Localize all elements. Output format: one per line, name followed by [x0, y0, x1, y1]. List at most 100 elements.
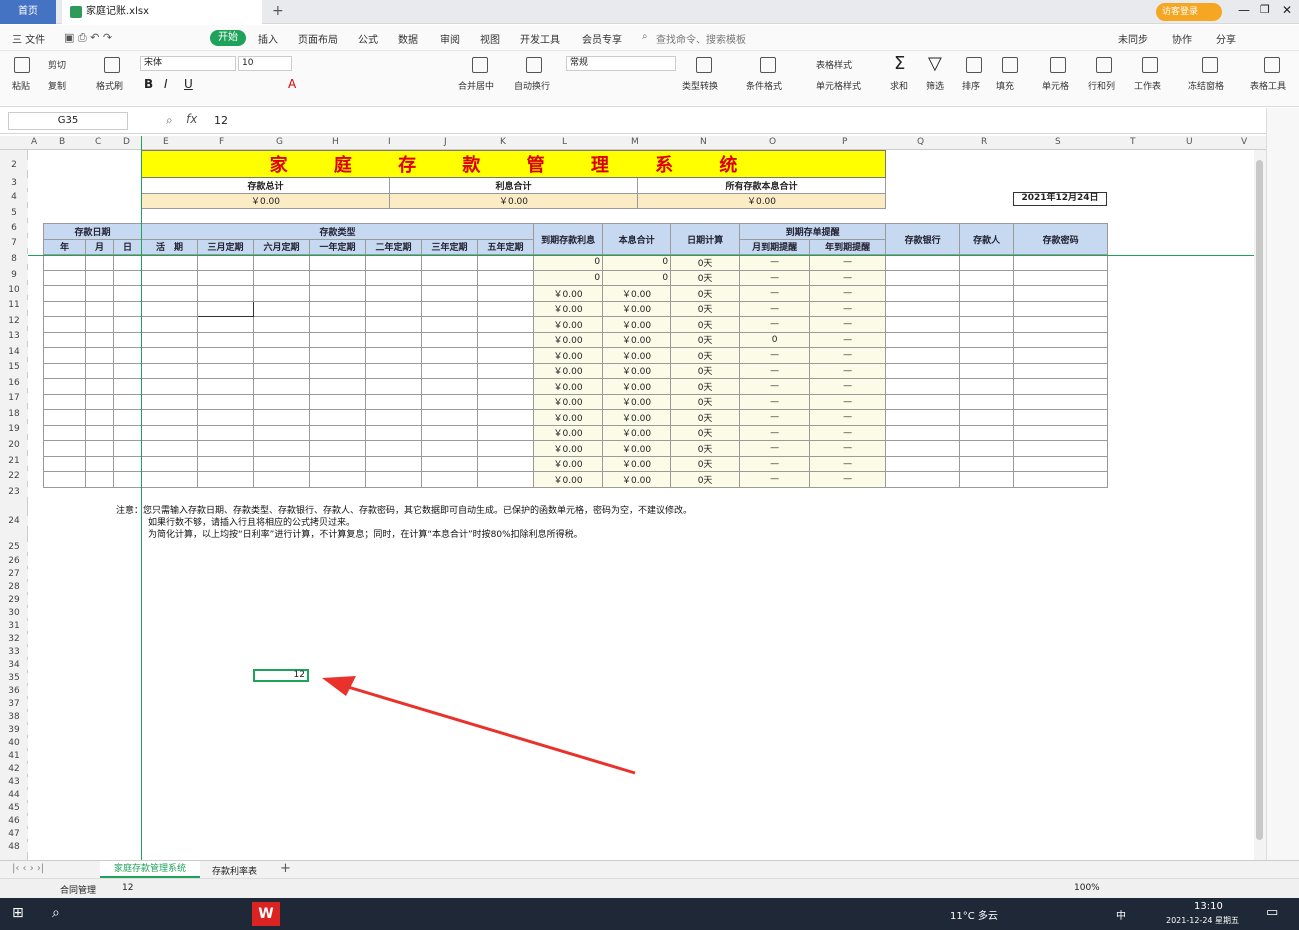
column-header[interactable]: M — [631, 137, 639, 147]
column-header[interactable]: H — [332, 137, 339, 147]
new-tab-icon[interactable]: + — [272, 3, 284, 19]
table-cell[interactable] — [141, 347, 199, 364]
table-cell[interactable]: — — [809, 378, 887, 395]
table-cell[interactable]: 0天 — [670, 440, 741, 457]
table-cell[interactable] — [365, 424, 423, 441]
table-cell[interactable] — [959, 300, 1015, 317]
table-cell[interactable] — [112, 393, 143, 410]
share-button[interactable]: 分享 — [1216, 31, 1236, 46]
row-header[interactable]: 9 — [0, 270, 28, 280]
table-cell[interactable] — [365, 409, 423, 426]
font-select[interactable]: 宋体 — [140, 56, 236, 71]
row-header[interactable]: 24 — [0, 516, 28, 526]
sheet-tab-active[interactable]: 家庭存款管理系统 — [100, 861, 200, 878]
table-cell[interactable] — [85, 378, 114, 395]
cell-icon[interactable] — [1050, 57, 1066, 73]
table-cell[interactable] — [477, 440, 535, 457]
table-cell[interactable] — [365, 378, 423, 395]
table-cell[interactable] — [1013, 409, 1109, 426]
table-cell[interactable]: — — [809, 393, 887, 410]
table-cell[interactable] — [197, 254, 255, 271]
table-cell[interactable] — [253, 254, 311, 271]
row-header[interactable]: 7 — [0, 238, 28, 248]
table-cell[interactable] — [253, 316, 311, 333]
underline-icon[interactable]: U — [184, 77, 193, 91]
row-header[interactable]: 20 — [0, 440, 28, 450]
table-cell[interactable] — [309, 285, 367, 302]
row-header[interactable]: 19 — [0, 424, 28, 434]
table-cell[interactable]: ￥0.00 — [533, 409, 604, 426]
table-cell[interactable] — [959, 409, 1015, 426]
ime-indicator[interactable]: 中 — [1116, 907, 1126, 922]
table-cell[interactable] — [477, 378, 535, 395]
table-cell[interactable] — [85, 440, 114, 457]
table-cell[interactable] — [365, 254, 423, 271]
table-cell[interactable]: — — [739, 285, 811, 302]
column-header[interactable]: F — [219, 137, 224, 147]
table-cell[interactable]: — — [809, 331, 887, 348]
table-cell[interactable] — [43, 269, 86, 286]
table-cell[interactable]: ￥0.00 — [602, 393, 672, 410]
table-cell[interactable] — [197, 347, 255, 364]
table-cell[interactable] — [85, 254, 114, 271]
table-cell[interactable] — [43, 393, 86, 410]
row-header[interactable]: 11 — [0, 300, 28, 310]
table-cell[interactable] — [1013, 393, 1109, 410]
home-tab[interactable]: 首页 — [0, 0, 56, 24]
fill-button[interactable]: 填充 — [996, 79, 1014, 92]
table-cell[interactable] — [253, 362, 311, 379]
table-cell[interactable] — [885, 409, 961, 426]
table-cell[interactable] — [309, 471, 367, 488]
table-cell[interactable] — [959, 455, 1015, 472]
font-size-select[interactable]: 10 — [238, 56, 292, 71]
table-cell[interactable] — [141, 269, 199, 286]
table-cell[interactable] — [141, 254, 199, 271]
table-cell[interactable] — [477, 316, 535, 333]
column-header[interactable]: S — [1055, 137, 1061, 147]
row-header[interactable]: 15 — [0, 362, 28, 372]
column-header[interactable]: V — [1241, 137, 1247, 147]
table-cell[interactable]: — — [739, 409, 811, 426]
table-cell[interactable] — [1013, 455, 1109, 472]
sheet-tab-rates[interactable]: 存款利率表 — [212, 864, 257, 877]
table-cell[interactable] — [365, 269, 423, 286]
table-cell[interactable] — [477, 409, 535, 426]
table-cell[interactable]: 0天 — [670, 300, 741, 317]
summary-value-total[interactable]: ￥0.00 — [141, 192, 390, 209]
table-cell[interactable] — [885, 455, 961, 472]
table-cell[interactable] — [85, 393, 114, 410]
table-cell[interactable] — [421, 269, 479, 286]
table-cell[interactable]: 0 — [602, 269, 672, 286]
row-header[interactable]: 18 — [0, 409, 28, 419]
table-cell[interactable]: — — [809, 362, 887, 379]
column-header[interactable]: Q — [917, 137, 924, 147]
table-cell[interactable] — [477, 347, 535, 364]
login-button[interactable]: 访客登录 — [1156, 3, 1222, 21]
table-cell[interactable] — [477, 269, 535, 286]
wps-icon[interactable]: W — [252, 902, 280, 926]
vertical-scrollbar[interactable] — [1254, 150, 1266, 860]
table-cell[interactable] — [421, 347, 479, 364]
column-header[interactable]: E — [163, 137, 169, 147]
table-cell[interactable] — [421, 362, 479, 379]
table-cell[interactable]: ￥0.00 — [602, 471, 672, 488]
menu-insert[interactable]: 插入 — [258, 31, 278, 46]
table-cell[interactable] — [309, 300, 367, 317]
file-menu[interactable]: 三 文件 — [12, 31, 45, 46]
table-cell[interactable]: 0天 — [670, 378, 741, 395]
table-cell[interactable] — [112, 254, 143, 271]
copy-button[interactable]: 复制 — [48, 79, 66, 92]
table-cell[interactable]: — — [809, 455, 887, 472]
font-color-icon[interactable]: A — [288, 77, 296, 91]
table-cell[interactable] — [43, 285, 86, 302]
table-cell[interactable]: 0天 — [670, 409, 741, 426]
table-cell[interactable]: — — [739, 269, 811, 286]
table-cell[interactable] — [365, 300, 423, 317]
weather[interactable]: 11°C 多云 — [950, 907, 998, 922]
table-cell[interactable] — [141, 362, 199, 379]
table-cell[interactable] — [309, 331, 367, 348]
table-cell[interactable] — [959, 362, 1015, 379]
close-icon[interactable]: ✕ — [1282, 3, 1292, 17]
row-header[interactable]: 35 — [0, 673, 28, 683]
row-header[interactable]: 33 — [0, 647, 28, 657]
